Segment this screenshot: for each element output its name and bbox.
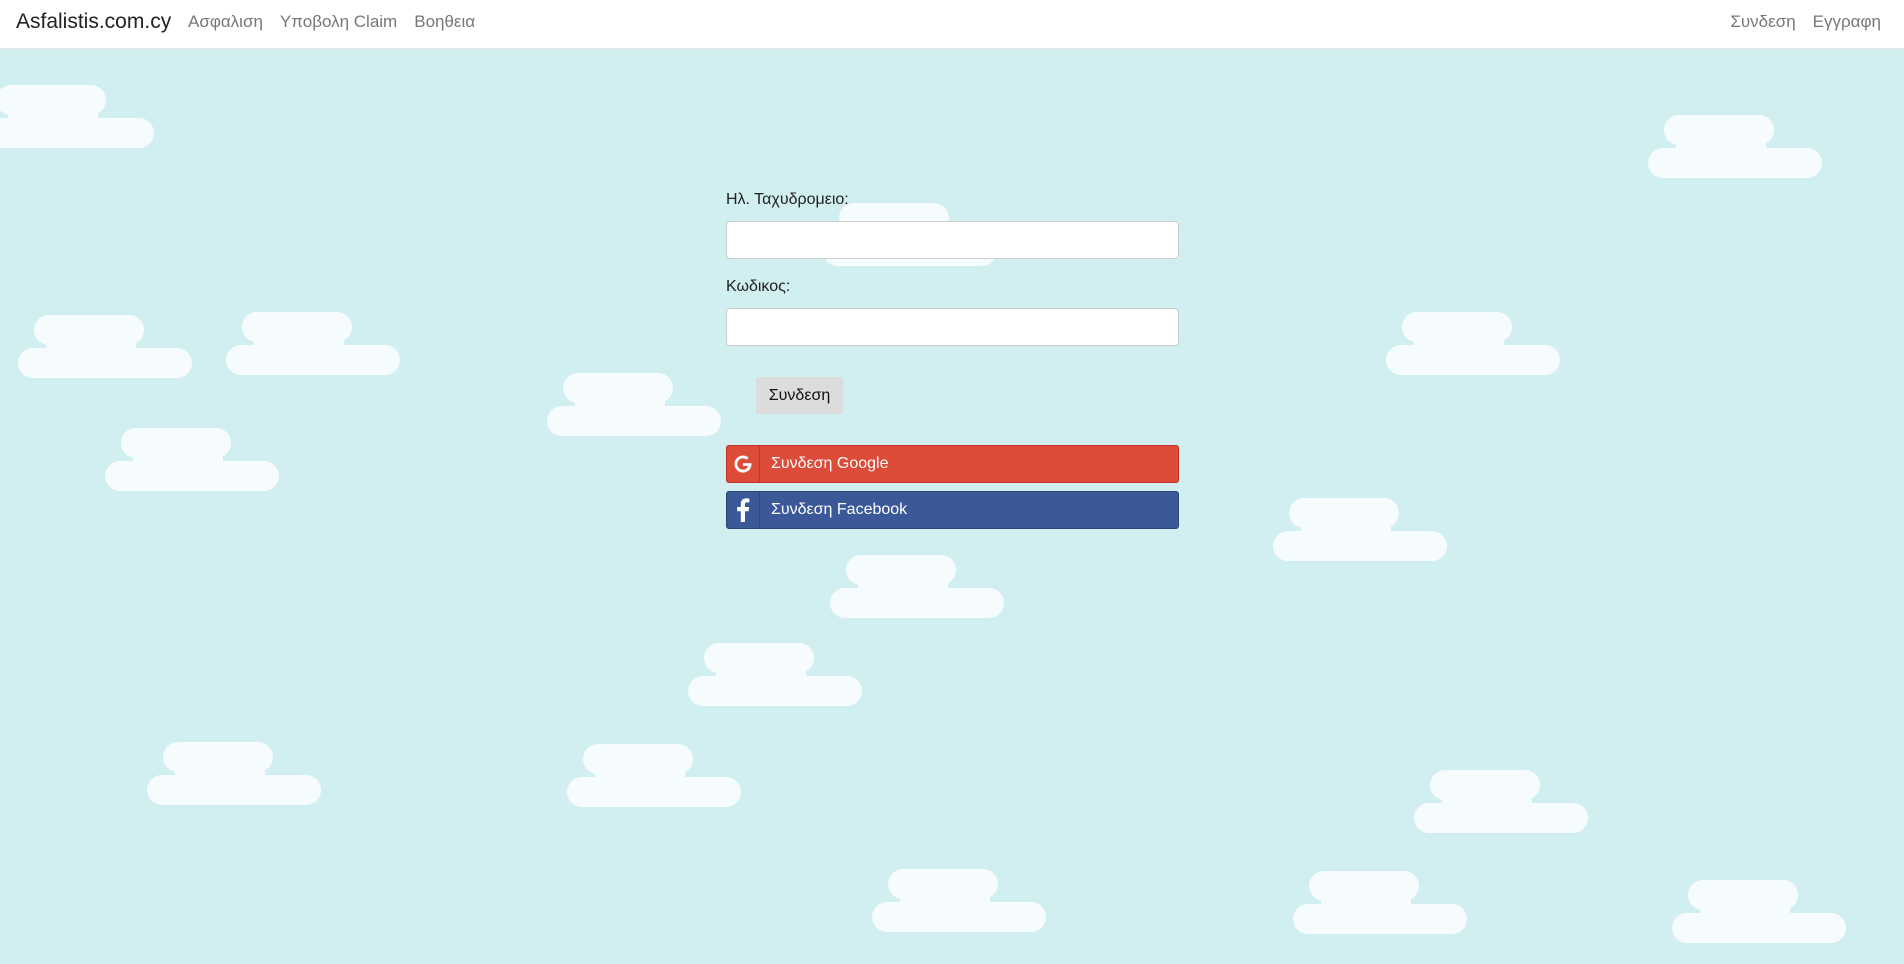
- cloud-shape: [567, 744, 741, 807]
- cloud-shape: [1672, 880, 1846, 943]
- cloud-shape: [872, 869, 1046, 932]
- cloud-shape: [226, 312, 400, 375]
- nav-link-submit-claim[interactable]: Υποβολη Claim: [280, 12, 397, 32]
- login-submit-button[interactable]: Συνδεση: [756, 377, 843, 414]
- cloud-shape: [1648, 115, 1822, 178]
- cloud-shape: [0, 85, 154, 148]
- top-navbar: Asfalistis.com.cy Ασφαλιση Υποβολη Claim…: [0, 0, 1904, 49]
- cloud-shape: [147, 742, 321, 805]
- google-login-button[interactable]: Συνδεση Google: [726, 445, 1179, 483]
- cloud-shape: [1273, 498, 1447, 561]
- cloud-shape: [830, 555, 1004, 618]
- google-login-label: Συνδεση Google: [771, 455, 889, 472]
- facebook-login-button[interactable]: Συνδεση Facebook: [726, 491, 1179, 529]
- facebook-login-label: Συνδεση Facebook: [771, 501, 908, 518]
- cloud-shape: [1414, 770, 1588, 833]
- cloud-shape: [105, 428, 279, 491]
- cloud-shape: [18, 315, 192, 378]
- password-input[interactable]: [726, 308, 1179, 346]
- nav-left-links: Ασφαλιση Υποβολη Claim Βοηθεια: [188, 12, 475, 32]
- cloud-shape: [688, 643, 862, 706]
- cloud-shape: [1293, 871, 1467, 934]
- password-label: Κωδικος:: [726, 278, 791, 295]
- email-label: Ηλ. Ταχυδρομειο:: [726, 191, 849, 208]
- nav-link-insurance[interactable]: Ασφαλιση: [188, 12, 263, 32]
- cloud-shape: [1386, 312, 1560, 375]
- nav-link-register[interactable]: Εγγραφη: [1813, 12, 1881, 32]
- cloud-shape: [547, 373, 721, 436]
- login-form: Ηλ. Ταχυδρομειο: Κωδικος: Συνδεση Συνδεσ…: [726, 190, 1179, 529]
- nav-link-login[interactable]: Συνδεση: [1730, 12, 1795, 32]
- nav-link-help[interactable]: Βοηθεια: [414, 12, 475, 32]
- facebook-icon: [727, 492, 760, 528]
- google-icon: [727, 446, 760, 482]
- email-input[interactable]: [726, 221, 1179, 259]
- brand-link[interactable]: Asfalistis.com.cy: [16, 10, 171, 34]
- nav-right-links: Συνδεση Εγγραφη: [1730, 12, 1881, 32]
